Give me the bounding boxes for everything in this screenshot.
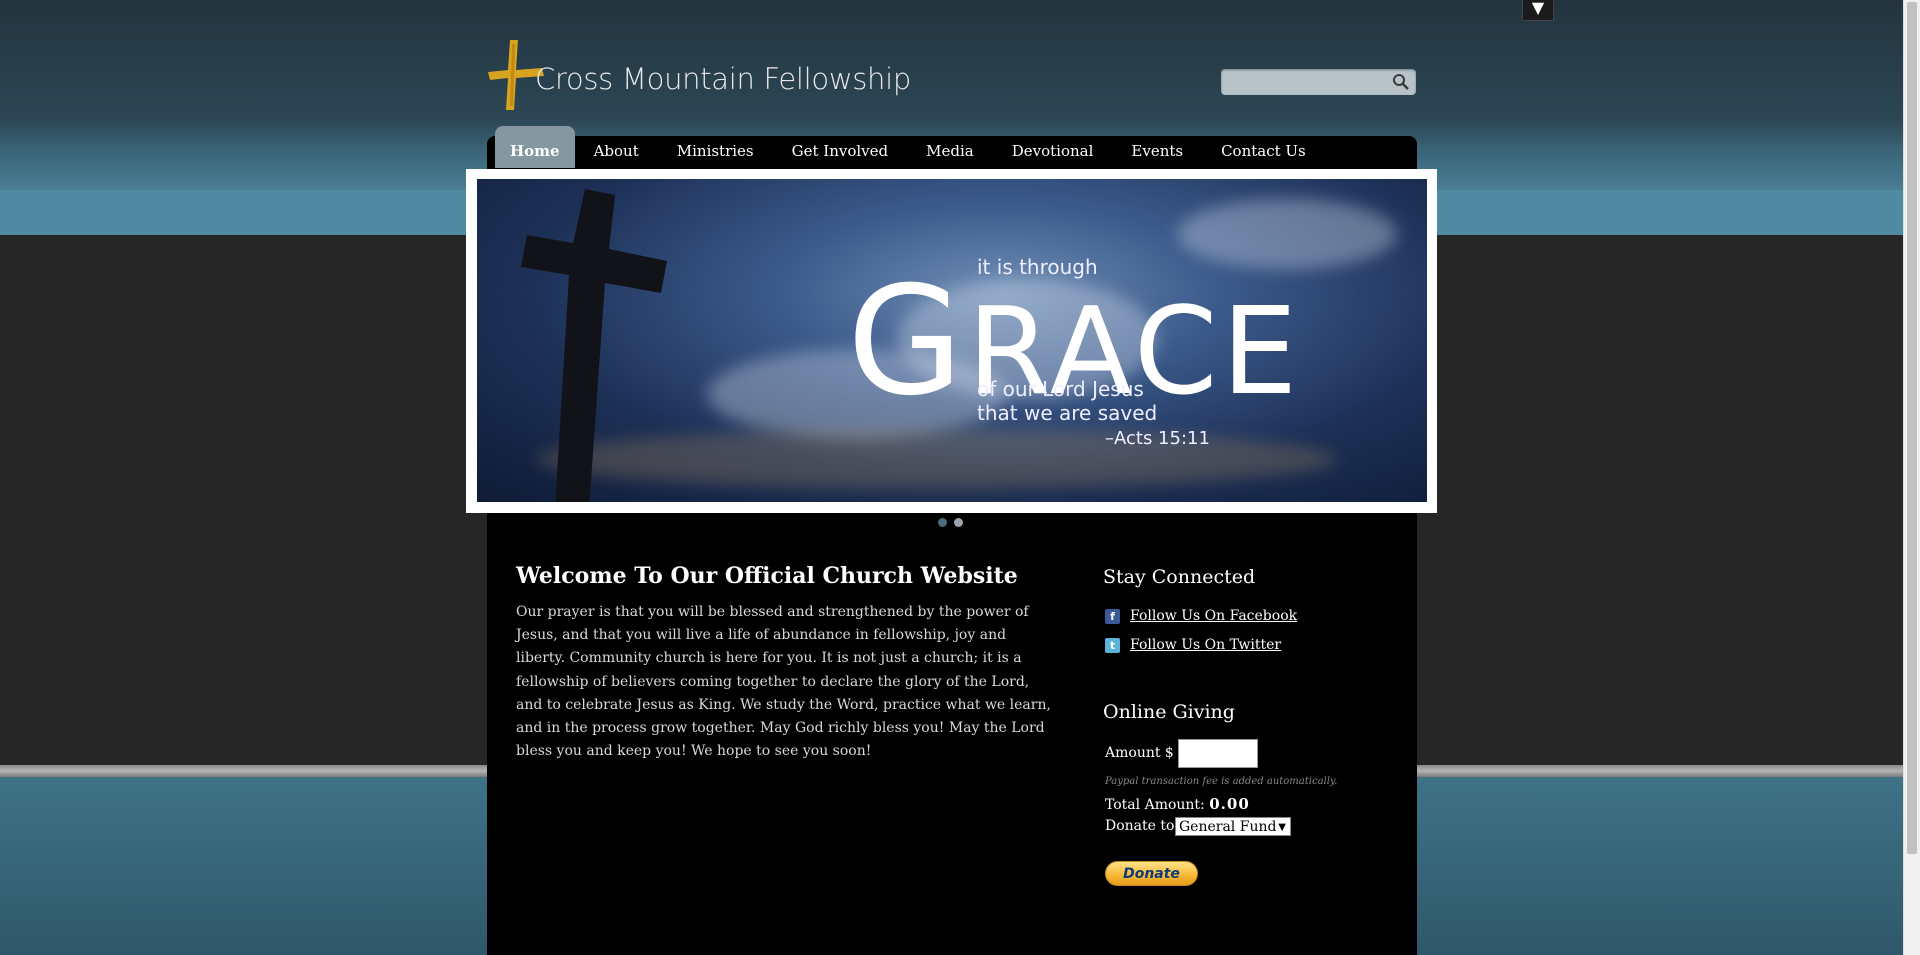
slider-dot-2[interactable] [954, 518, 963, 527]
donate-button[interactable]: Donate [1105, 861, 1198, 886]
banner-slide[interactable]: it is through GRACE of our Lord Jesus th… [477, 179, 1427, 502]
nav-item-devotional[interactable]: Devotional [993, 134, 1113, 168]
slider-pager [938, 518, 963, 527]
fund-select-value: General Fund [1179, 819, 1277, 835]
fund-select[interactable]: General Fund ▼ [1175, 817, 1291, 836]
main-nav: Home About Ministries Get Involved Media… [495, 126, 1325, 168]
welcome-title: Welcome To Our Official Church Website [516, 563, 1018, 589]
banner-line-2: that we are saved [977, 401, 1158, 425]
search-box[interactable] [1221, 69, 1416, 95]
scrollbar[interactable] [1903, 0, 1920, 955]
chevron-down-icon: ▼ [1278, 822, 1286, 833]
amount-label: Amount $ [1105, 745, 1174, 761]
amount-input[interactable] [1178, 739, 1258, 768]
nav-item-ministries[interactable]: Ministries [658, 134, 773, 168]
search-input[interactable] [1227, 72, 1391, 94]
nav-item-about[interactable]: About [575, 134, 658, 168]
nav-item-events[interactable]: Events [1112, 134, 1202, 168]
twitter-icon[interactable]: t [1105, 637, 1120, 653]
banner-headline-initial: G [847, 255, 968, 429]
slider-dot-1[interactable] [938, 518, 947, 527]
facebook-link[interactable]: Follow Us On Facebook [1130, 608, 1297, 624]
total-amount-value: 0.00 [1209, 795, 1250, 813]
twitter-link[interactable]: Follow Us On Twitter [1130, 637, 1281, 653]
scrollbar-thumb[interactable] [1907, 2, 1917, 854]
facebook-link-row: f Follow Us On Facebook [1105, 608, 1297, 624]
nav-item-contact-us[interactable]: Contact Us [1202, 134, 1325, 168]
total-amount-row: Total Amount: 0.00 [1105, 795, 1250, 813]
top-panel-toggle[interactable]: ▼ [1522, 0, 1554, 21]
banner-line-1: of our Lord Jesus [977, 377, 1144, 401]
cross-silhouette-icon [521, 189, 667, 502]
facebook-icon[interactable]: f [1105, 608, 1120, 624]
donate-to-label: Donate to [1105, 818, 1175, 834]
site-title[interactable]: Cross Mountain Fellowship [535, 62, 911, 96]
total-amount-label: Total Amount: [1105, 797, 1205, 813]
online-giving-title: Online Giving [1103, 701, 1235, 723]
search-icon[interactable] [1392, 73, 1410, 91]
welcome-body: Our prayer is that you will be blessed a… [516, 604, 1051, 760]
cloud-shape [1177, 199, 1397, 269]
nav-item-media[interactable]: Media [907, 134, 993, 168]
fee-note: Paypal transaction fee is added automati… [1105, 776, 1338, 787]
banner-reference: –Acts 15:11 [1105, 428, 1210, 449]
nav-item-get-involved[interactable]: Get Involved [773, 134, 908, 168]
stay-connected-title: Stay Connected [1103, 566, 1256, 588]
twitter-link-row: t Follow Us On Twitter [1105, 637, 1281, 653]
nav-item-home[interactable]: Home [495, 126, 575, 168]
